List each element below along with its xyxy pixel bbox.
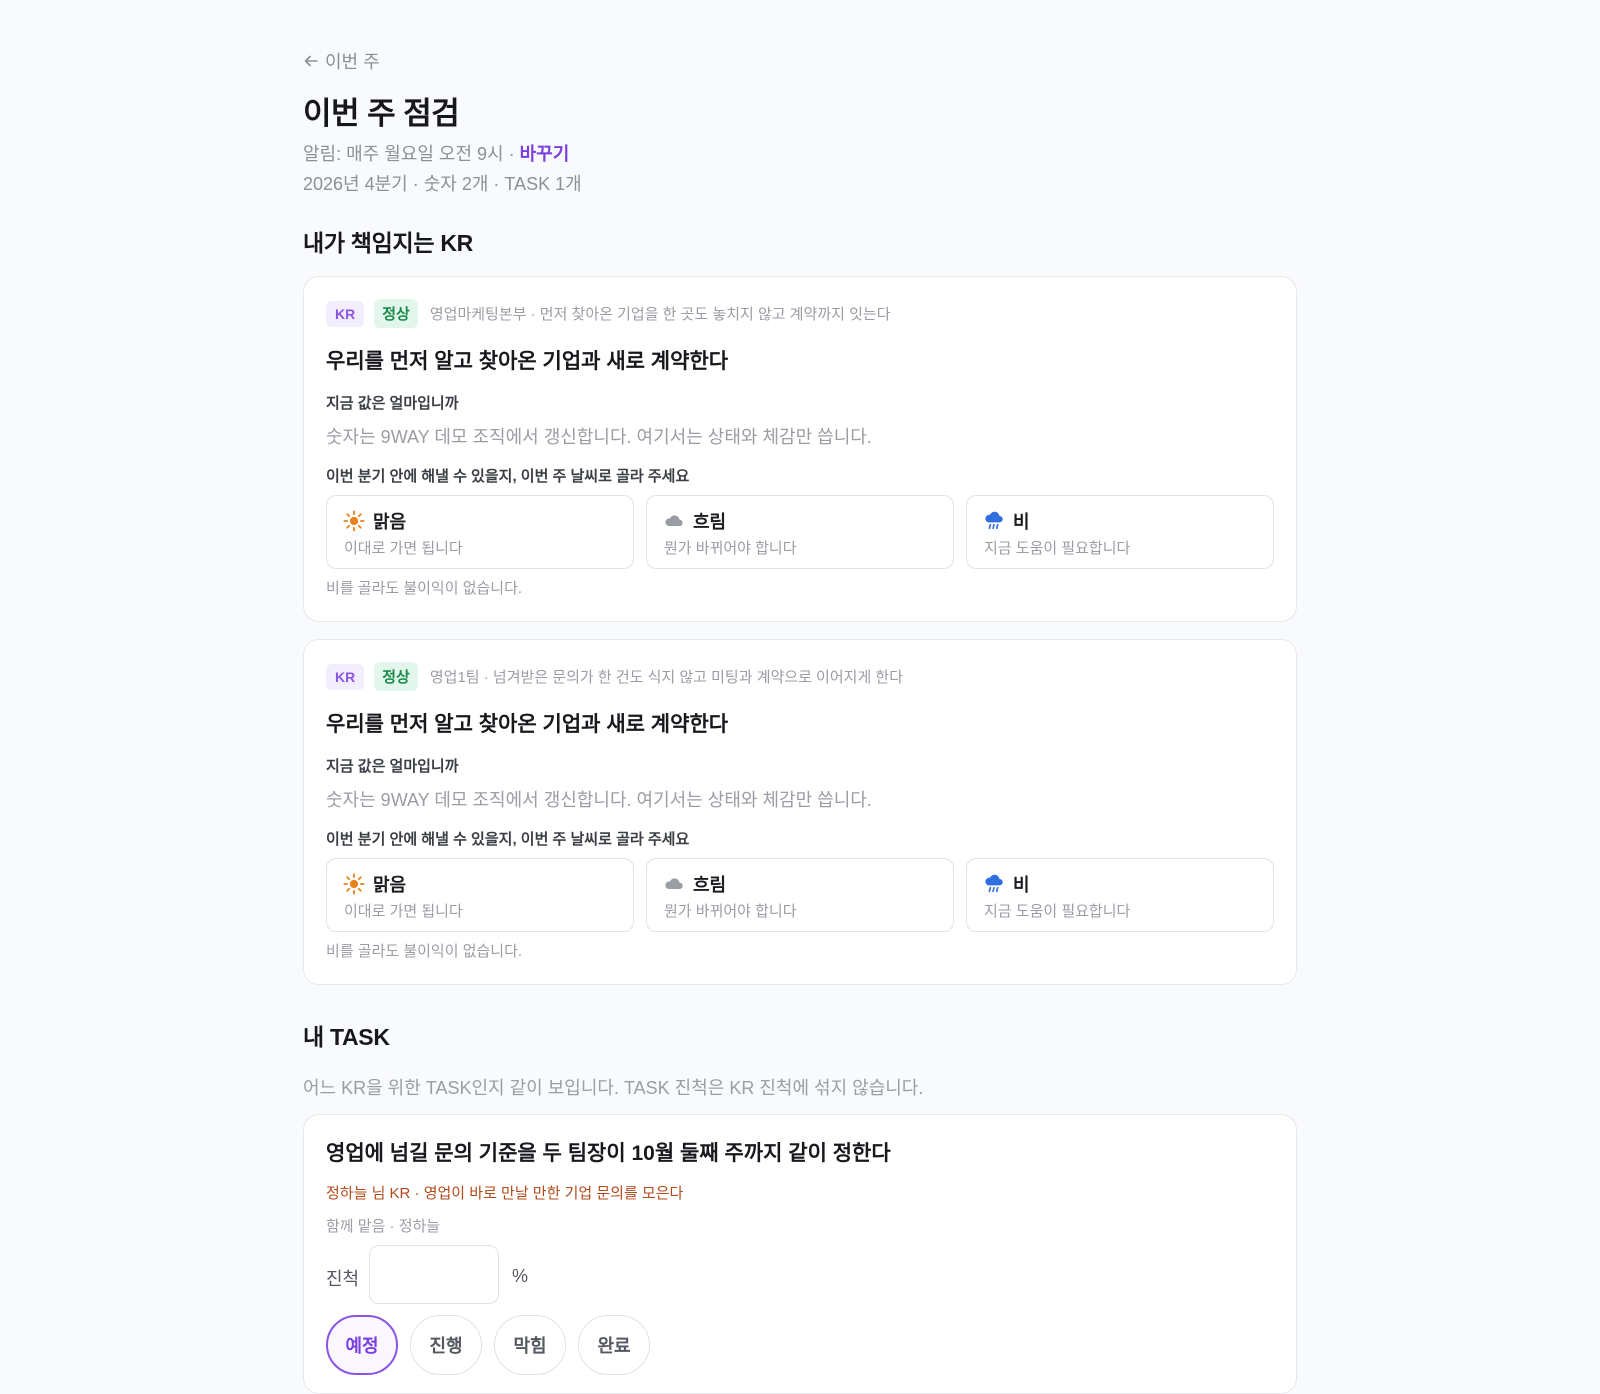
kr-meta: 영업1팀 · 넘겨받은 문의가 한 건도 식지 않고 미팅과 계약으로 이어지게…: [429, 669, 904, 686]
status-option-in-progress[interactable]: 진행: [410, 1315, 482, 1375]
weather-note: 비를 골라도 불이익이 없습니다.: [326, 580, 523, 597]
task-with: 함께 맡음 · 정하늘: [326, 1218, 441, 1235]
weather-options: 맑음 이대로 가면 됩니다 흐림 뭔가 바뀌어야 합니다 비 지금 도움이 필요…: [326, 858, 1274, 932]
weather-sub: 지금 도움이 필요합니다: [984, 903, 1131, 920]
status-option-done[interactable]: 완료: [578, 1315, 650, 1375]
value-label: 지금 값은 얼마입니까: [326, 395, 459, 412]
kr-card: KR 정상 영업1팀 · 넘겨받은 문의가 한 건도 식지 않고 미팅과 계약으…: [303, 639, 1297, 985]
rain-icon: [985, 511, 1003, 530]
kr-section-title: 내가 책임지는 KR: [303, 230, 473, 256]
status-option-planned[interactable]: 예정: [326, 1315, 398, 1375]
weather-label: 이번 분기 안에 해낼 수 있을지, 이번 주 날씨로 골라 주세요: [326, 831, 690, 848]
arrow-left-icon: [304, 55, 318, 67]
weather-option-rain[interactable]: 비 지금 도움이 필요합니다: [966, 495, 1274, 569]
progress-unit: %: [512, 1266, 529, 1286]
weather-name: 흐림: [693, 875, 727, 895]
weather-option-sunny[interactable]: 맑음 이대로 가면 됩니다: [326, 495, 634, 569]
kr-title: 우리를 먼저 알고 찾아온 기업과 새로 계약한다: [326, 713, 729, 736]
weather-option-cloudy[interactable]: 흐림 뭔가 바뀌어야 합니다: [646, 858, 954, 932]
progress-label: 진척: [326, 1269, 360, 1289]
kr-meta: 영업마케팅본부 · 먼저 찾아온 기업을 한 곳도 놓치지 않고 계약까지 잇는…: [429, 306, 891, 323]
status-option-blocked[interactable]: 막힘: [494, 1315, 566, 1375]
status-badge: 정상: [374, 299, 418, 328]
weather-name: 흐림: [693, 512, 727, 532]
status-options: 예정 진행 막힘 완료: [326, 1315, 650, 1375]
weather-sub: 뭔가 바뀌어야 합니다: [664, 540, 797, 557]
task-kr-link[interactable]: 정하늘 님 KR · 영업이 바로 만날 만한 기업 문의를 모은다: [326, 1182, 683, 1203]
kr-badge: KR: [326, 663, 365, 690]
weather-note: 비를 골라도 불이익이 없습니다.: [326, 943, 523, 960]
weather-sub: 지금 도움이 필요합니다: [984, 540, 1131, 557]
alarm-text: 알림: 매주 월요일 오전 9시 ·: [303, 144, 520, 164]
back-label: 이번 주: [325, 52, 380, 72]
task-section-title: 내 TASK: [303, 1024, 390, 1050]
back-link[interactable]: 이번 주: [303, 48, 380, 74]
weather-sub: 이대로 가면 됩니다: [344, 540, 463, 557]
period-summary: 2026년 4분기 · 숫자 2개 · TASK 1개: [303, 174, 582, 194]
kr-card: KR 정상 영업마케팅본부 · 먼저 찾아온 기업을 한 곳도 놓치지 않고 계…: [303, 276, 1297, 622]
kr-tags: KR 정상 영업1팀 · 넘겨받은 문의가 한 건도 식지 않고 미팅과 계약으…: [326, 662, 903, 691]
task-card: 영업에 넘길 문의 기준을 두 팀장이 10월 둘째 주까지 같이 정한다 정하…: [303, 1114, 1297, 1394]
weather-option-rain[interactable]: 비 지금 도움이 필요합니다: [966, 858, 1274, 932]
task-title: 영업에 넘길 문의 기준을 두 팀장이 10월 둘째 주까지 같이 정한다: [326, 1142, 891, 1165]
value-desc: 숫자는 9WAY 데모 조직에서 갱신합니다. 여기서는 상태와 체감만 씁니다…: [326, 790, 872, 810]
sun-icon: [343, 510, 365, 532]
value-label: 지금 값은 얼마입니까: [326, 758, 459, 775]
weather-name: 맑음: [373, 875, 407, 895]
weather-name: 비: [1013, 512, 1030, 532]
cloud-icon: [665, 878, 683, 890]
weather-name: 비: [1013, 875, 1030, 895]
kr-badge: KR: [326, 300, 365, 327]
progress-input[interactable]: [369, 1245, 499, 1304]
weather-options: 맑음 이대로 가면 됩니다 흐림 뭔가 바뀌어야 합니다 비 지금 도움이 필요…: [326, 495, 1274, 569]
status-badge: 정상: [374, 662, 418, 691]
alarm-info: 알림: 매주 월요일 오전 9시 · 바꾸기: [303, 140, 569, 166]
kr-tags: KR 정상 영업마케팅본부 · 먼저 찾아온 기업을 한 곳도 놓치지 않고 계…: [326, 299, 891, 328]
kr-title: 우리를 먼저 알고 찾아온 기업과 새로 계약한다: [326, 350, 729, 373]
weather-name: 맑음: [373, 512, 407, 532]
weather-option-sunny[interactable]: 맑음 이대로 가면 됩니다: [326, 858, 634, 932]
weather-option-cloudy[interactable]: 흐림 뭔가 바뀌어야 합니다: [646, 495, 954, 569]
sun-icon: [343, 873, 365, 895]
rain-icon: [985, 874, 1003, 893]
weather-sub: 이대로 가면 됩니다: [344, 903, 463, 920]
task-section-desc: 어느 KR을 위한 TASK인지 같이 보입니다. TASK 진척은 KR 진척…: [303, 1078, 924, 1098]
page-title: 이번 주 점검: [303, 96, 460, 131]
value-desc: 숫자는 9WAY 데모 조직에서 갱신합니다. 여기서는 상태와 체감만 씁니다…: [326, 427, 872, 447]
weather-sub: 뭔가 바뀌어야 합니다: [664, 903, 797, 920]
cloud-icon: [665, 515, 683, 527]
weather-label: 이번 분기 안에 해낼 수 있을지, 이번 주 날씨로 골라 주세요: [326, 468, 690, 485]
alarm-change-link[interactable]: 바꾸기: [520, 144, 570, 164]
